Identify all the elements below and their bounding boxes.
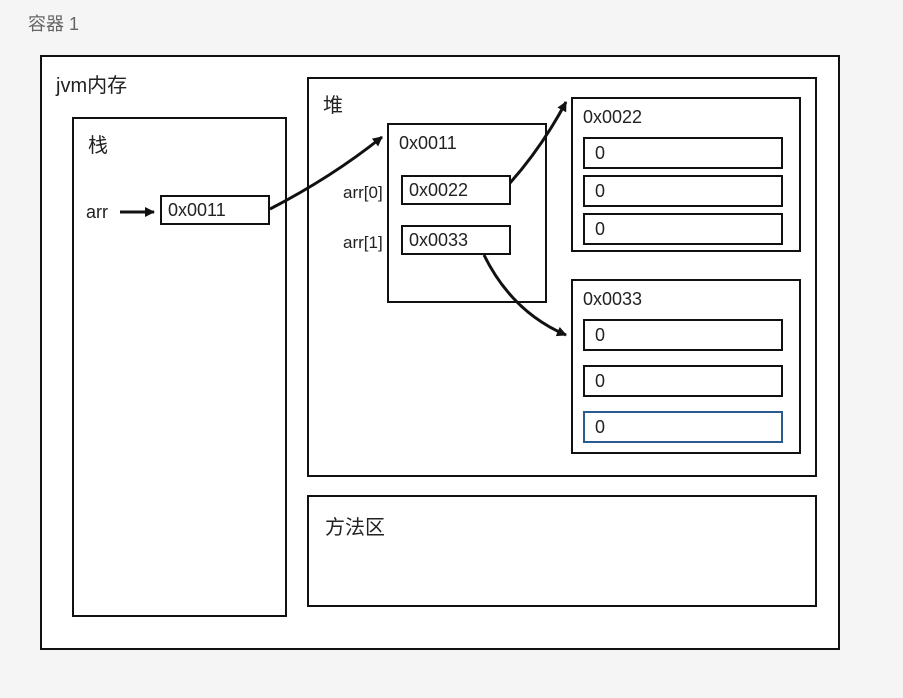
obj-0033-address: 0x0033 — [583, 289, 642, 310]
arr-index-0-cell: 0x0022 — [401, 175, 511, 205]
stack-var-name: arr — [86, 202, 108, 223]
container-label: 容器 1 — [28, 10, 79, 36]
obj-0022-cell-0: 0 — [583, 137, 783, 169]
stack-region: 栈 arr 0x0011 — [72, 117, 287, 617]
heap-object-0033: 0x0033 0 0 0 — [571, 279, 801, 454]
jvm-title: jvm内存 — [56, 69, 127, 98]
arr-index-0-value: 0x0022 — [409, 180, 468, 201]
arr-index-1-cell: 0x0033 — [401, 225, 511, 255]
obj-0022-value-2: 0 — [595, 219, 605, 240]
method-area-region: 方法区 — [307, 495, 817, 607]
arr-index-1-label: arr[1] — [343, 233, 383, 253]
obj-0033-cell-1: 0 — [583, 365, 783, 397]
obj-0022-value-0: 0 — [595, 143, 605, 164]
obj-0011-address: 0x0011 — [399, 133, 457, 154]
obj-0033-cell-0: 0 — [583, 319, 783, 351]
obj-0022-cell-1: 0 — [583, 175, 783, 207]
arr-index-1-value: 0x0033 — [409, 230, 468, 251]
jvm-memory-box: jvm内存 栈 arr 0x0011 堆 0x0011 arr[0] arr[1… — [40, 55, 840, 650]
arr-index-0-label: arr[0] — [343, 183, 383, 203]
obj-0033-value-0: 0 — [595, 325, 605, 346]
stack-var-cell: 0x0011 — [160, 195, 270, 225]
obj-0022-address: 0x0022 — [583, 107, 642, 128]
stack-var-value: 0x0011 — [168, 200, 226, 221]
method-area-title: 方法区 — [325, 511, 385, 540]
obj-0022-cell-2: 0 — [583, 213, 783, 245]
obj-0033-cell-2: 0 — [583, 411, 783, 443]
stack-title: 栈 — [88, 129, 108, 158]
obj-0033-value-1: 0 — [595, 371, 605, 392]
heap-region: 堆 0x0011 arr[0] arr[1] 0x0022 0x0033 0x0… — [307, 77, 817, 477]
heap-object-0022: 0x0022 0 0 0 — [571, 97, 801, 252]
obj-0022-value-1: 0 — [595, 181, 605, 202]
heap-title: 堆 — [323, 89, 343, 118]
obj-0033-value-2: 0 — [595, 417, 605, 438]
heap-object-0011: 0x0011 arr[0] arr[1] 0x0022 0x0033 — [387, 123, 547, 303]
